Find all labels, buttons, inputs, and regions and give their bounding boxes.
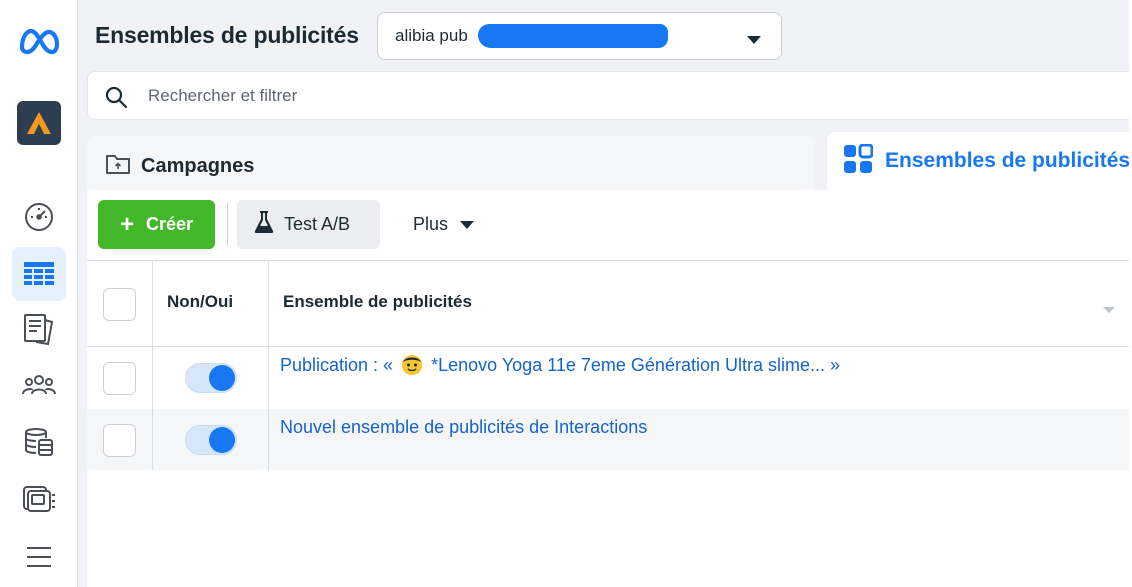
grid-icon [843, 143, 874, 179]
adset-name-body: *Lenovo Yoga 11e 7eme Génération Ultra s… [431, 354, 841, 375]
adset-name-link[interactable]: Nouvel ensemble de publicités de Interac… [280, 417, 647, 438]
search-icon [104, 85, 128, 114]
table-header-row: Non/Oui Ensemble de publicités [87, 260, 1132, 347]
caret-down-icon [747, 32, 761, 50]
adsets-panel: + Créer Test A/B Plus Non/Oui Ensemble d… [87, 190, 1132, 587]
adset-name-link[interactable]: Publication : « *Lenovo Yoga 11e 7eme Gé… [280, 354, 840, 376]
column-header-adset[interactable]: Ensemble de publicités [283, 292, 472, 312]
select-all-checkbox[interactable] [103, 288, 136, 321]
tab-adsets[interactable]: Ensembles de publicités [827, 132, 1132, 190]
search-input[interactable] [148, 82, 948, 110]
more-button[interactable]: Plus [397, 200, 507, 249]
table-row[interactable]: Publication : « *Lenovo Yoga 11e 7eme Gé… [87, 347, 1132, 409]
toggle-knob [209, 427, 235, 453]
account-selector[interactable]: alibia pub [377, 12, 782, 60]
dashboard-gauge-icon[interactable] [12, 190, 66, 244]
row-checkbox[interactable] [103, 424, 136, 457]
left-nav-rail [0, 0, 78, 587]
people-group-icon[interactable] [12, 358, 66, 412]
redaction-mark [478, 24, 668, 48]
flask-icon [254, 210, 274, 239]
adsets-table: Non/Oui Ensemble de publicités Publicati… [87, 260, 1132, 470]
adset-toggle[interactable] [185, 363, 237, 393]
tab-campaigns-label: Campagnes [141, 154, 255, 177]
column-divider [152, 260, 153, 470]
column-header-onoff[interactable]: Non/Oui [167, 292, 233, 312]
adset-toggle[interactable] [185, 425, 237, 455]
meta-logo-icon[interactable] [18, 27, 60, 60]
folder-icon [105, 153, 131, 180]
table-row[interactable]: Nouvel ensemble de publicités de Interac… [87, 409, 1132, 470]
create-button-label: Créer [145, 214, 194, 234]
adset-name-prefix: Publication : « [280, 354, 394, 375]
tab-adsets-label: Ensembles de publicités [885, 149, 1131, 172]
plus-icon: + [119, 210, 134, 238]
table-grid-icon[interactable] [12, 247, 66, 301]
tab-campaigns[interactable]: Campagnes [87, 136, 815, 196]
document-stack-icon[interactable] [12, 302, 66, 356]
toolbar-divider [227, 202, 228, 246]
more-label: Plus [413, 214, 449, 234]
toggle-knob [209, 365, 235, 391]
media-library-icon[interactable] [12, 472, 66, 526]
column-divider [268, 260, 269, 470]
row-checkbox[interactable] [103, 362, 136, 395]
search-bar[interactable] [87, 71, 1132, 120]
page-title: Ensembles de publicités [95, 22, 359, 48]
brand-avatar-icon[interactable] [17, 101, 61, 145]
database-stack-icon[interactable] [12, 415, 66, 469]
menu-hamburger-icon[interactable] [12, 530, 66, 584]
create-button[interactable]: + Créer [98, 200, 215, 249]
ab-test-button[interactable]: Test A/B [237, 200, 380, 249]
ab-test-label: Test A/B [284, 214, 351, 234]
account-name: alibia pub [395, 26, 468, 45]
sort-caret-icon[interactable] [1103, 301, 1115, 319]
face-emoji-icon [402, 355, 423, 375]
caret-down-icon [460, 214, 475, 235]
